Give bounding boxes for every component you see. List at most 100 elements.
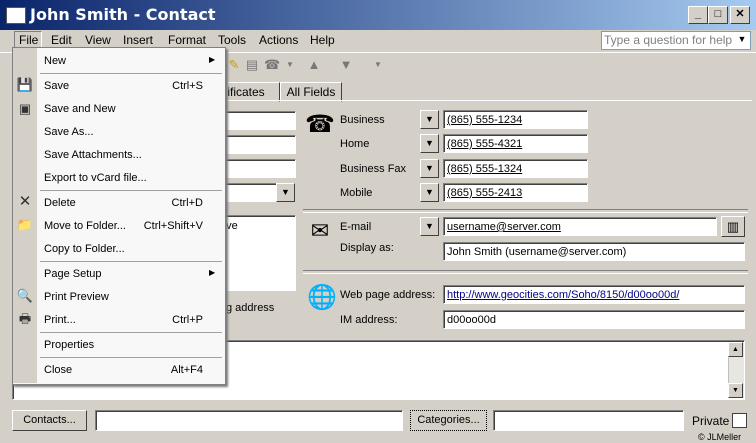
menu-item-save-attachments[interactable]: Save Attachments... (44, 149, 142, 161)
address-line-1: rive (220, 220, 238, 232)
chevron-down-icon[interactable]: ▼ (420, 159, 439, 178)
contact-card-icon[interactable] (6, 7, 26, 24)
help-placeholder: Type a question for help (604, 33, 733, 47)
menu-icon-strip (13, 48, 37, 383)
file-menu (12, 47, 226, 385)
save-and-new-icon: ▣ (18, 101, 32, 116)
move-to-folder-icon: 📁 (16, 217, 34, 232)
menu-item-move-to-folder[interactable]: Move to Folder... (44, 220, 126, 232)
tab-all-fields[interactable]: All Fields (280, 82, 342, 102)
close-shortcut: Alt+F4 (170, 364, 203, 376)
print-preview-icon: 🔍 (16, 288, 34, 303)
menu-item-print-preview[interactable]: Print Preview (44, 291, 109, 303)
menu-item-copy-to-folder[interactable]: Copy to Folder... (44, 243, 125, 255)
scroll-up-icon[interactable]: ▲ (728, 342, 743, 357)
chevron-down-icon[interactable]: ▼ (420, 134, 439, 153)
move-shortcut: Ctrl+Shift+V (143, 220, 203, 232)
mailing-address-label: g address (226, 302, 275, 314)
menu-separator (40, 261, 222, 262)
save-shortcut: Ctrl+S (172, 80, 203, 92)
web-page-label: Web page address: (340, 289, 436, 301)
print-shortcut: Ctrl+P (172, 314, 203, 326)
menu-item-new[interactable]: New (44, 55, 66, 67)
business-fax-field[interactable]: (865) 555-1324 (443, 159, 588, 178)
watermark: © JLMeller (698, 432, 742, 442)
print-icon: 🖶 (18, 311, 32, 326)
menu-view[interactable]: View (85, 33, 111, 47)
phone-icon: ☎ (305, 111, 335, 138)
phone-label-mobile: Mobile (340, 187, 373, 199)
menu-item-page-setup[interactable]: Page Setup (44, 268, 102, 280)
display-as-label: Display as: (340, 242, 394, 254)
home-phone-field[interactable]: (865) 555-4321 (443, 134, 588, 153)
menu-separator (40, 357, 222, 358)
mobile-phone-field[interactable]: (865) 555-2413 (443, 183, 588, 202)
email-field[interactable]: username@server.com (443, 217, 717, 236)
maximize-icon[interactable]: □ (708, 6, 728, 24)
address-card-icon[interactable]: ▤ (244, 57, 260, 73)
close-icon[interactable]: ✕ (730, 6, 750, 24)
submenu-arrow-icon: ▶ (209, 268, 216, 277)
menu-file[interactable]: File (19, 33, 38, 47)
menu-insert[interactable]: Insert (123, 33, 153, 47)
delete-icon: ✕ (18, 193, 32, 210)
chevron-down-icon[interactable]: ▼ (420, 183, 439, 202)
submenu-arrow-icon: ▶ (209, 55, 216, 64)
im-address-label: IM address: (340, 314, 398, 326)
display-as-field[interactable]: John Smith (username@server.com) (443, 242, 745, 261)
chevron-down-icon[interactable]: ▼ (735, 31, 749, 48)
menu-tools[interactable]: Tools (218, 33, 246, 47)
delete-shortcut: Ctrl+D (171, 197, 203, 209)
dial-phone-icon[interactable]: ☎ (264, 57, 280, 73)
menu-item-save[interactable]: Save (44, 80, 69, 92)
menu-separator (40, 190, 222, 191)
business-phone-field[interactable]: (865) 555-1234 (443, 110, 588, 129)
contacts-field[interactable] (95, 410, 403, 431)
save-icon: 💾 (16, 77, 34, 92)
minimize-icon[interactable]: _ (688, 6, 708, 24)
divider (303, 270, 748, 274)
menu-item-delete[interactable]: Delete (44, 197, 76, 209)
email-envelope-icon: ✉ (310, 218, 330, 243)
scroll-down-icon[interactable]: ▼ (728, 383, 743, 398)
company-field[interactable] (216, 159, 296, 178)
contacts-button[interactable]: Contacts... (12, 410, 87, 431)
chevron-down-icon[interactable]: ▼ (276, 183, 295, 202)
private-label: Private (692, 414, 730, 428)
menu-edit[interactable]: Edit (51, 33, 72, 47)
private-checkbox[interactable] (732, 413, 747, 428)
web-page-field[interactable]: http://www.geocities.com/Soho/8150/d00oo… (443, 285, 745, 304)
menu-item-save-and-new[interactable]: Save and New (44, 103, 116, 115)
menu-format[interactable]: Format (168, 33, 206, 47)
menu-item-close[interactable]: Close (44, 364, 72, 376)
im-address-field[interactable]: d00oo00d (443, 310, 745, 329)
window-title: John Smith - Contact (30, 5, 216, 24)
divider (303, 209, 748, 213)
phone-label-business: Business (340, 114, 385, 126)
menu-item-properties[interactable]: Properties (44, 339, 94, 351)
previous-item-icon[interactable]: ▲ (306, 57, 322, 73)
chevron-down-icon[interactable]: ▼ (370, 57, 386, 73)
address-line-2: 9 (220, 233, 295, 246)
categories-field[interactable] (493, 410, 684, 431)
menu-separator (40, 73, 222, 74)
phone-label-home: Home (340, 138, 370, 150)
chevron-down-icon[interactable]: ▼ (420, 110, 439, 129)
full-name-field[interactable] (216, 111, 296, 130)
flag-icon[interactable]: ✎ (226, 57, 242, 73)
next-item-icon[interactable]: ▼ (338, 57, 354, 73)
menu-item-print[interactable]: Print... (44, 314, 76, 326)
chevron-down-icon[interactable]: ▼ (420, 217, 439, 236)
globe-icon: 🌐 (307, 284, 337, 311)
chevron-down-icon[interactable]: ▼ (282, 57, 298, 73)
address-field[interactable]: rive 9 (216, 215, 296, 291)
menu-help[interactable]: Help (310, 33, 335, 47)
menu-separator (40, 332, 222, 333)
categories-button[interactable]: Categories... (410, 410, 487, 431)
phone-label-business-fax: Business Fax (340, 163, 407, 175)
address-book-icon[interactable]: ▥ (721, 216, 745, 237)
menu-item-save-as[interactable]: Save As... (44, 126, 94, 138)
job-title-field[interactable] (216, 135, 296, 154)
menu-actions[interactable]: Actions (259, 33, 298, 47)
menu-item-export-vcard[interactable]: Export to vCard file... (44, 172, 147, 184)
